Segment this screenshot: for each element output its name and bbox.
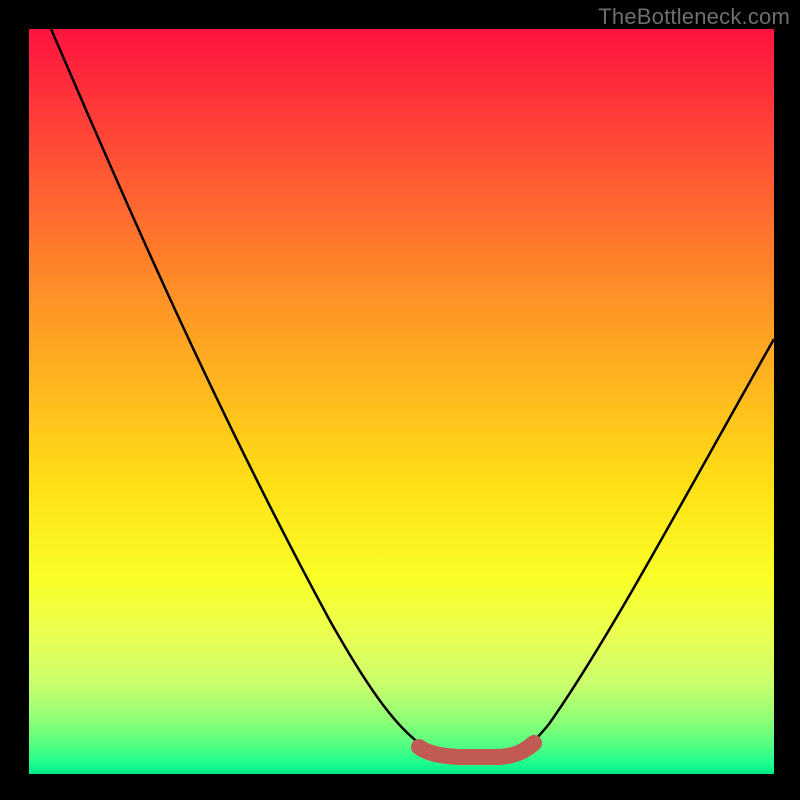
chart-frame: TheBottleneck.com bbox=[0, 0, 800, 800]
plot-area bbox=[29, 29, 774, 774]
watermark-text: TheBottleneck.com bbox=[598, 4, 790, 30]
bottleneck-curve bbox=[29, 29, 774, 774]
